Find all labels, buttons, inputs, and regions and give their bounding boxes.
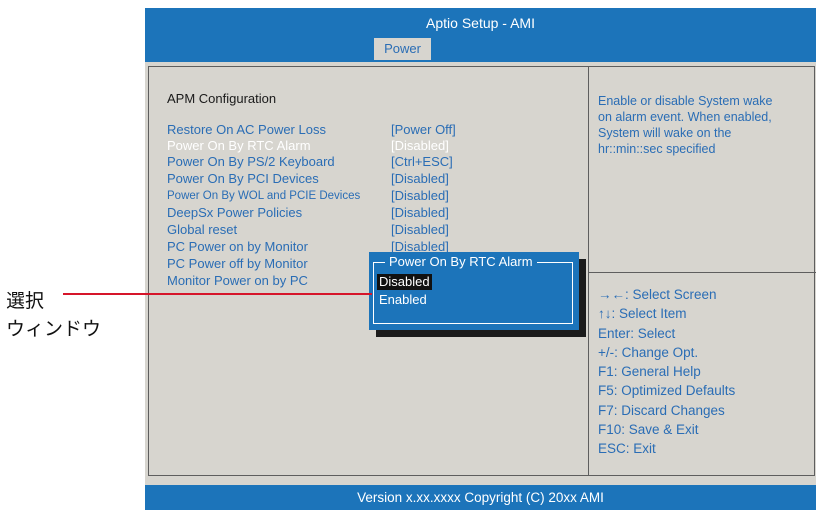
title-bar: Aptio Setup - AMI Power [145, 8, 816, 62]
section-title: APM Configuration [167, 91, 277, 106]
setting-restore-on-ac-power-loss[interactable]: Restore On AC Power Loss [Power Off] [167, 122, 587, 138]
setting-value: [Disabled] [391, 138, 449, 153]
setting-value: [Ctrl+ESC] [391, 154, 453, 169]
key-help-item: ESC: Exit [598, 441, 656, 457]
key-help-item: F7: Discard Changes [598, 402, 725, 418]
setting-power-on-by-pci-devices[interactable]: Power On By PCI Devices [Disabled] [167, 171, 587, 187]
setting-power-on-by-ps2-keyboard[interactable]: Power On By PS/2 Keyboard [Ctrl+ESC] [167, 154, 587, 170]
help-text: Enable or disable System wake on alarm e… [598, 93, 810, 157]
help-line: on alarm event. When enabled, [598, 110, 772, 124]
help-line: hr::min::sec specified [598, 142, 716, 156]
help-divider [588, 272, 816, 273]
setting-label: PC Power on by Monitor [167, 239, 308, 254]
setting-label: Power On By WOL and PCIE Devices [167, 190, 361, 202]
setting-global-reset[interactable]: Global reset [Disabled] [167, 222, 587, 238]
key-help-item: Enter: Select [598, 325, 676, 341]
popup-title: Power On By RTC Alarm [385, 254, 537, 270]
footer-version: Version x.xx.xxxx Copyright (C) 20xx AMI [145, 485, 816, 510]
key-help-item: F1: General Help [598, 364, 701, 380]
setting-label: DeepSx Power Policies [167, 205, 303, 220]
bios-screen: Aptio Setup - AMI Power APM Configuratio… [145, 8, 816, 510]
setting-label: Power On By PCI Devices [167, 171, 319, 186]
setting-label: Global reset [167, 222, 238, 237]
setting-value: [Disabled] [391, 171, 449, 186]
setting-label: Monitor Power on by PC [167, 273, 308, 288]
key-help: →←: Select Screen ↑↓: Select Item Enter:… [598, 285, 810, 459]
key-help-item: F5: Optimized Defaults [598, 383, 736, 399]
setting-power-on-by-wol-pcie[interactable]: Power On By WOL and PCIE Devices [Disabl… [167, 188, 587, 204]
setting-label: Power On By PS/2 Keyboard [167, 154, 335, 169]
help-line: Enable or disable System wake [598, 94, 773, 108]
key-help-item: +/-: Change Opt. [598, 344, 699, 360]
setting-power-on-by-rtc-alarm[interactable]: Power On By RTC Alarm [Disabled] [167, 138, 587, 154]
callout-label: 選択 [6, 290, 45, 312]
key-help-item: ↑↓: Select Item [598, 306, 687, 322]
setting-value: [Disabled] [391, 188, 449, 203]
callout-line [63, 293, 372, 295]
help-line: System will wake on the [598, 126, 732, 140]
popup-option-enabled[interactable]: Enabled [377, 292, 429, 308]
app-title: Aptio Setup - AMI [426, 15, 535, 31]
setting-label: PC Power off by Monitor [167, 256, 308, 271]
key-help-item: F10: Save & Exit [598, 422, 699, 438]
setting-value: [Disabled] [391, 205, 449, 220]
key-help-item: →←: Select Screen [598, 287, 717, 302]
setting-deepsx-power-policies[interactable]: DeepSx Power Policies [Disabled] [167, 205, 587, 221]
setting-label: Power On By RTC Alarm [167, 138, 311, 153]
setting-value: [Power Off] [391, 122, 456, 137]
tab-power[interactable]: Power [374, 38, 431, 60]
setting-value: [Disabled] [391, 222, 449, 237]
selection-popup: Power On By RTC Alarm Disabled Enabled [369, 252, 579, 330]
setting-label: Restore On AC Power Loss [167, 122, 326, 137]
popup-option-disabled[interactable]: Disabled [377, 274, 432, 290]
panel-divider [588, 67, 589, 475]
callout-label: ウィンドウ [6, 318, 102, 340]
